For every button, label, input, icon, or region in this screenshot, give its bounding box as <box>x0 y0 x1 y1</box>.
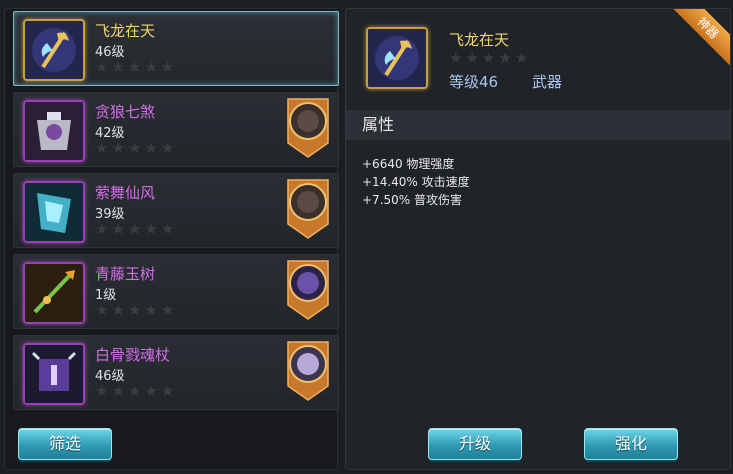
item-name: 青藤玉树 <box>95 265 156 283</box>
star-icon: ★ <box>111 220 125 238</box>
item-list-panel: 飞龙在天 46级 ★ ★ ★ ★ ★ 贪狼七煞 42级 ★ ★ ★ ★ ★ 萦舞… <box>4 8 339 470</box>
equipped-hero-badge <box>284 176 332 240</box>
list-item[interactable]: 青藤玉树 1级 ★ ★ ★ ★ ★ <box>13 254 339 329</box>
list-item[interactable]: 白骨戮魂杖 46级 ★ ★ ★ ★ ★ <box>13 335 339 410</box>
star-icon: ★ <box>127 139 142 157</box>
star-icon: ★ <box>144 382 158 400</box>
star-icon: ★ <box>160 301 175 319</box>
star-icon: ★ <box>160 220 175 238</box>
equipped-hero-badge <box>284 95 332 159</box>
upgrade-button[interactable]: 升级 <box>428 428 522 460</box>
star-icon: ★ <box>144 301 158 319</box>
star-rating: ★ ★ ★ ★ ★ <box>95 141 174 156</box>
star-icon: ★ <box>95 382 109 400</box>
detail-type: 武器 <box>532 73 563 91</box>
star-icon: ★ <box>95 139 109 157</box>
star-icon: ★ <box>481 49 496 67</box>
equipped-hero-badge <box>284 257 332 321</box>
star-icon: ★ <box>160 139 175 157</box>
attributes-header: 属性 <box>346 110 730 140</box>
item-detail-panel: 神器 飞龙在天 ★ ★ ★ ★ ★ 等级46 武器 属性 +6640 物理强度 +14.… <box>345 8 731 470</box>
star-icon: ★ <box>127 382 142 400</box>
star-icon: ★ <box>514 49 529 67</box>
detail-level: 等级46 <box>449 73 499 91</box>
star-icon: ★ <box>144 220 158 238</box>
star-icon: ★ <box>111 139 125 157</box>
stat-line: +14.40% 攻击速度 <box>362 175 470 189</box>
star-rating: ★ ★ ★ ★ ★ <box>95 60 174 75</box>
star-icon: ★ <box>127 220 142 238</box>
star-rating: ★ ★ ★ ★ ★ <box>449 51 528 66</box>
artifact-ribbon: 神器 <box>669 9 730 67</box>
armor-icon <box>23 100 85 162</box>
star-icon: ★ <box>95 220 109 238</box>
equipped-hero-badge <box>284 338 332 402</box>
star-icon: ★ <box>95 301 109 319</box>
list-item[interactable]: 贪狼七煞 42级 ★ ★ ★ ★ ★ <box>13 92 339 167</box>
star-rating: ★ ★ ★ ★ ★ <box>95 303 174 318</box>
item-name: 白骨戮魂杖 <box>95 346 171 364</box>
item-name: 贪狼七煞 <box>95 103 156 121</box>
enhance-button[interactable]: 强化 <box>584 428 678 460</box>
star-icon: ★ <box>498 49 512 67</box>
star-rating: ★ ★ ★ ★ ★ <box>95 384 174 399</box>
star-icon: ★ <box>144 139 158 157</box>
star-icon: ★ <box>127 301 142 319</box>
jade-spear-icon <box>23 262 85 324</box>
detail-item-name: 飞龙在天 <box>449 31 510 49</box>
list-item[interactable]: 萦舞仙风 39级 ★ ★ ★ ★ ★ <box>13 173 339 248</box>
dragon-staff-icon <box>366 27 428 89</box>
list-item[interactable]: 飞龙在天 46级 ★ ★ ★ ★ ★ <box>13 11 339 86</box>
star-rating: ★ ★ ★ ★ ★ <box>95 222 174 237</box>
item-name: 飞龙在天 <box>95 22 156 40</box>
star-icon: ★ <box>160 382 175 400</box>
dragon-staff-icon <box>23 19 85 81</box>
star-icon: ★ <box>160 58 175 76</box>
star-icon: ★ <box>449 49 463 67</box>
item-name: 萦舞仙风 <box>95 184 156 202</box>
stat-line: +7.50% 普攻伤害 <box>362 193 462 207</box>
star-icon: ★ <box>465 49 479 67</box>
star-icon: ★ <box>127 58 142 76</box>
stat-line: +6640 物理强度 <box>362 157 455 171</box>
star-icon: ★ <box>144 58 158 76</box>
star-icon: ★ <box>95 58 109 76</box>
filter-button[interactable]: 筛选 <box>18 428 112 460</box>
star-icon: ★ <box>111 301 125 319</box>
star-icon: ★ <box>111 58 125 76</box>
wing-shield-icon <box>23 181 85 243</box>
bone-staff-icon <box>23 343 85 405</box>
star-icon: ★ <box>111 382 125 400</box>
